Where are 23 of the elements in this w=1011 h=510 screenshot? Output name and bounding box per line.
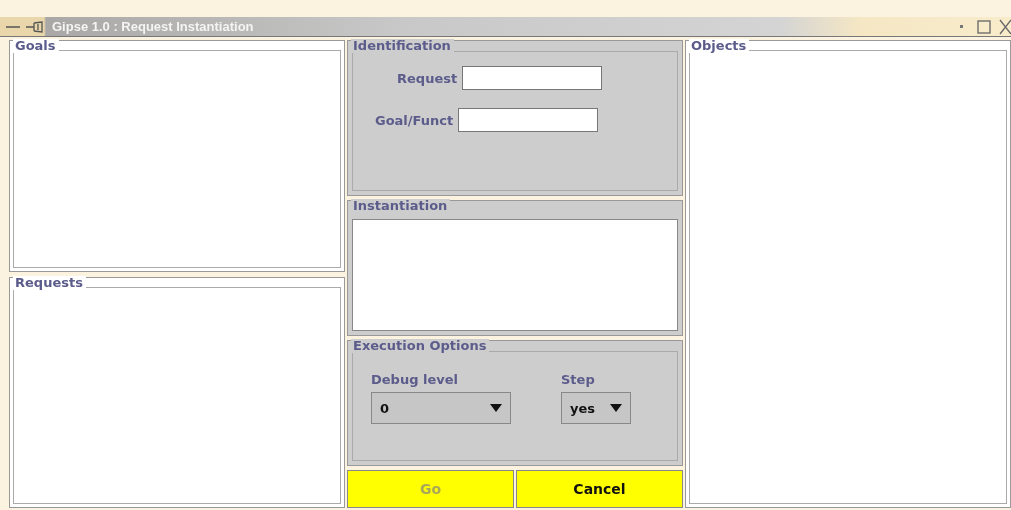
action-button[interactable]: Cancel [516, 470, 683, 508]
caret-icon [490, 404, 502, 412]
select-label: Step [561, 372, 596, 387]
field-label: Request [397, 70, 458, 86]
panel-title: Instantiation [351, 199, 451, 213]
panel-title: Goals [13, 39, 59, 53]
panel-title: Requests [13, 275, 86, 290]
close-icon[interactable] [999, 18, 1011, 35]
maximize-icon[interactable] [977, 19, 991, 34]
dropdown[interactable]: 0 [371, 392, 511, 424]
panel-title: Objects [689, 39, 750, 53]
caret-icon [610, 404, 622, 412]
text-area[interactable] [352, 219, 678, 331]
pin-icon[interactable] [26, 20, 44, 33]
input-field[interactable] [462, 66, 603, 90]
field-label: Goal/Funct [375, 112, 454, 128]
minimize-icon[interactable] [6, 23, 20, 30]
window-title: Gipse 1.0 : Request Instantiation [52, 19, 254, 34]
panel-title: Identification [351, 39, 454, 53]
input-field[interactable] [458, 108, 599, 132]
panel-title: Execution Options [351, 339, 490, 353]
select-label: Debug level [371, 372, 460, 387]
dropdown[interactable]: yes [561, 392, 631, 424]
